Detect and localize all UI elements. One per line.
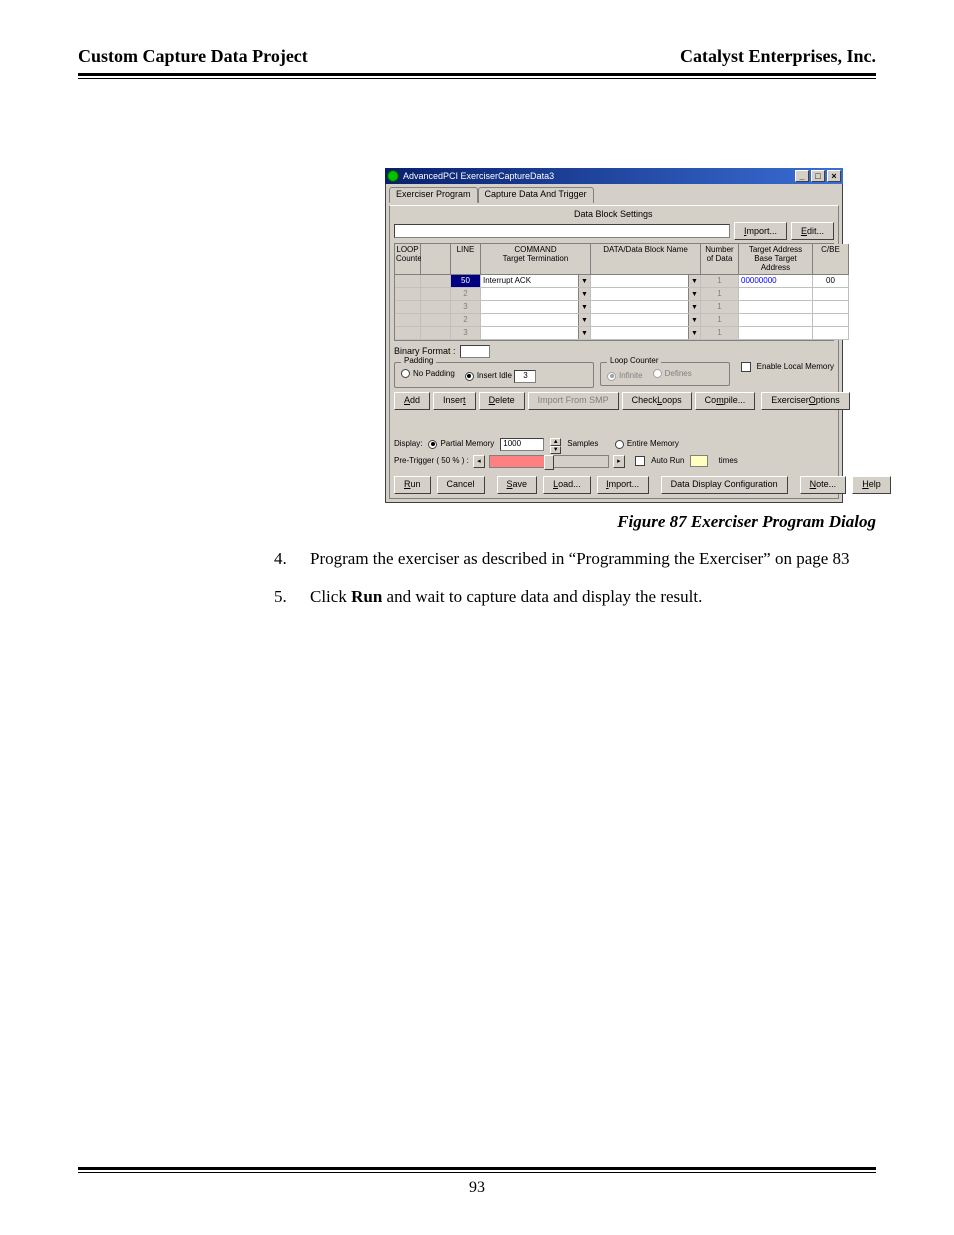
col-command: COMMANDTarget Termination [481,244,591,275]
titlebar: AdvancedPCI ExerciserCaptureData3 _ □ × [385,168,843,184]
no-padding-radio[interactable]: No Padding [401,369,455,378]
cancel-button[interactable]: Cancel [437,476,485,494]
times-label: times [719,457,738,465]
data-block-settings-input[interactable] [394,224,730,238]
chevron-down-icon[interactable]: ▼ [578,301,590,313]
col-cbe: C/BE [813,244,849,275]
exerciser-options-button[interactable]: Exerciser Options [761,392,850,410]
pretrigger-label: Pre-Trigger ( 50 % ) : [394,457,469,465]
load-button[interactable]: Load... [543,476,591,494]
chevron-down-icon[interactable]: ▼ [688,301,700,313]
app-icon [387,170,399,182]
slider-right-button[interactable]: ▸ [613,455,625,468]
window-title: AdvancedPCI ExerciserCaptureData3 [403,172,554,181]
insert-idle-radio[interactable]: Insert Idle [465,372,512,381]
close-button[interactable]: × [827,170,841,182]
pretrigger-slider[interactable] [489,455,609,468]
header-rule-thin [78,78,876,79]
col-loop: LOOPCounter [395,244,421,275]
display-label: Display: [394,440,422,448]
maximize-button[interactable]: □ [811,170,825,182]
save-button[interactable]: Save [497,476,538,494]
import-from-smp-button[interactable]: Import From SMP [528,392,619,410]
chevron-down-icon[interactable]: ▼ [578,327,590,339]
step-text: Click Run and wait to capture data and d… [310,584,702,610]
auto-run-value[interactable] [690,455,708,467]
compile-button[interactable]: Compile... [695,392,756,410]
col-blank [421,244,451,275]
figure-caption: Figure 87 Exerciser Program Dialog [0,512,876,532]
partial-memory-value[interactable]: 1000 [500,438,544,451]
defines-radio[interactable]: Defines [653,369,692,378]
chevron-down-icon[interactable]: ▼ [578,275,590,287]
minimize-button[interactable]: _ [795,170,809,182]
chevron-down-icon[interactable]: ▼ [578,288,590,300]
chevron-down-icon[interactable]: ▼ [578,314,590,326]
table-row[interactable]: 2 ▼ ▼ 1 [395,314,833,327]
entire-memory-radio[interactable]: Entire Memory [615,440,679,449]
chevron-down-icon[interactable]: ▼ [688,275,700,287]
data-display-config-button[interactable]: Data Display Configuration [661,476,788,494]
header-rule-thick [78,73,876,76]
exerciser-dialog: AdvancedPCI ExerciserCaptureData3 _ □ × … [385,168,843,503]
page-number: 93 [78,1179,876,1197]
step-number: 5. [274,584,292,610]
delete-button[interactable]: Delete [479,392,525,410]
col-line: LINE [451,244,481,275]
import-button[interactable]: Import... [734,222,787,240]
step-text: Program the exerciser as described in “P… [310,546,850,572]
program-grid: LOOPCounter LINE COMMANDTarget Terminati… [394,243,834,341]
padding-group: Padding No Padding Insert Idle 3 [394,362,594,388]
partial-memory-radio[interactable]: Partial Memory [428,440,494,449]
note-button[interactable]: Note... [800,476,847,494]
auto-run-checkbox[interactable]: Auto Run [635,456,684,466]
insert-button[interactable]: Insert [433,392,476,410]
infinite-radio[interactable]: Infinite [607,372,643,381]
col-num-data: Numberof Data [701,244,739,275]
insert-idle-value[interactable]: 3 [514,370,536,383]
samples-spinner[interactable]: ▲▼ [550,438,561,451]
table-row[interactable]: 3 ▼ ▼ 1 [395,327,833,340]
footer-rule-thick [78,1167,876,1170]
footer-rule-thin [78,1172,876,1173]
help-button[interactable]: Help [852,476,891,494]
tab-capture-data-and-trigger[interactable]: Capture Data And Trigger [478,187,594,203]
chevron-down-icon[interactable]: ▼ [688,327,700,339]
samples-label: Samples [567,440,598,448]
step-number: 4. [274,546,292,572]
run-button[interactable]: Run [394,476,431,494]
col-data-name: DATA/Data Block Name [591,244,701,275]
table-row[interactable]: 3 ▼ ▼ 1 [395,301,833,314]
data-block-settings-label: Data Block Settings [574,210,653,219]
edit-button[interactable]: Edit... [791,222,834,240]
add-button[interactable]: Add [394,392,430,410]
slider-left-button[interactable]: ◂ [473,455,485,468]
table-row[interactable]: 50 Interrupt ACK▼ ▼ 1 00000000 00 [395,275,833,288]
binary-format-input[interactable] [460,345,490,358]
table-row[interactable]: 2 ▼ ▼ 1 [395,288,833,301]
running-head-left: Custom Capture Data Project [78,46,308,67]
tab-exerciser-program[interactable]: Exerciser Program [389,187,478,203]
check-loops-button[interactable]: Check Loops [622,392,692,410]
col-target-addr: Target AddressBase Target Address [739,244,813,275]
body-text: 4. Program the exerciser as described in… [274,546,872,623]
chevron-down-icon[interactable]: ▼ [688,288,700,300]
enable-local-memory-checkbox[interactable]: Enable Local Memory [741,362,834,372]
running-head-right: Catalyst Enterprises, Inc. [680,46,876,67]
chevron-down-icon[interactable]: ▼ [688,314,700,326]
import2-button[interactable]: Import... [597,476,649,494]
loop-counter-group: Loop Counter Infinite Defines [600,362,730,386]
binary-format-label: Binary Format : [394,347,456,356]
